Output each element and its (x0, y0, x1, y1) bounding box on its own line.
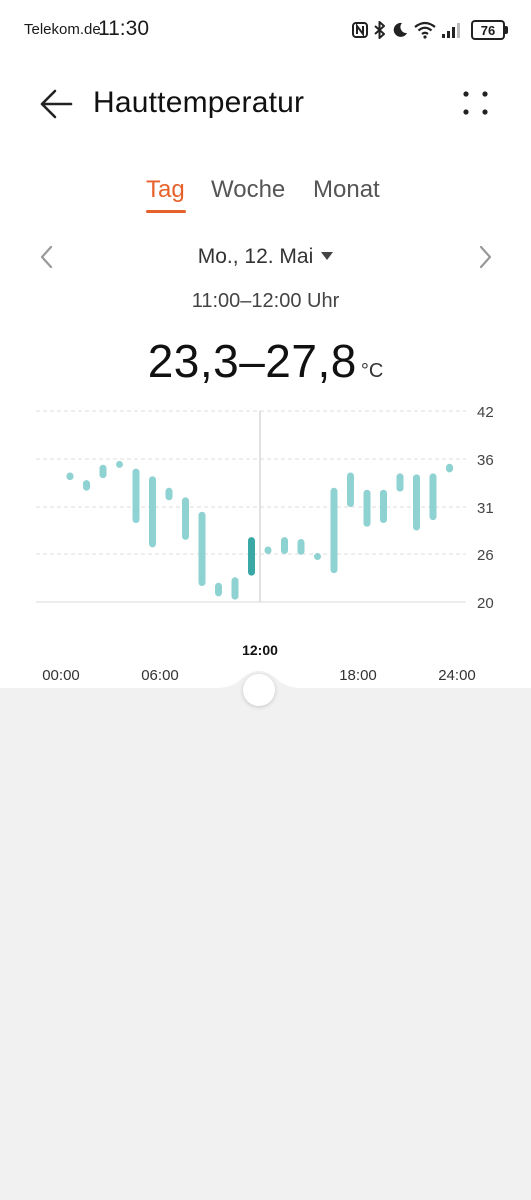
back-button[interactable] (38, 86, 74, 122)
battery-icon: 76 (471, 20, 508, 40)
temperature-bar (297, 538, 305, 555)
battery-level: 76 (480, 22, 496, 38)
temperature-unit: °C (360, 360, 384, 382)
temperature-bar (363, 489, 371, 527)
temperature-bar (165, 487, 173, 501)
temperature-bar (281, 537, 288, 554)
temperature-value: 23,3–27,8 (147, 335, 357, 387)
chart-scrubber-handle[interactable] (243, 674, 275, 706)
tab-tag[interactable]: Tag (146, 176, 185, 204)
wifi-icon (413, 21, 437, 39)
temperature-bar (182, 497, 189, 540)
selected-time-range: 11:00–12:00 Uhr (191, 290, 340, 312)
y-tick-label: 36 (477, 452, 494, 469)
tab-woche[interactable]: Woche (211, 176, 285, 204)
x-tick-label: 00:00 (42, 667, 80, 684)
page-title: Hauttemperatur (93, 86, 305, 119)
temperature-reading: 23,3–27,8 °C (0, 334, 531, 388)
y-tick-label: 31 (477, 500, 494, 517)
temperature-bar (413, 474, 420, 531)
temperature-bar (264, 546, 272, 554)
y-tick-label: 26 (477, 547, 494, 564)
status-time: 11:30 (98, 17, 149, 40)
skin-temperature-chart[interactable]: 42 36 31 26 20 12:00 00:00 06:00 18:00 24:00 (0, 390, 531, 690)
more-button[interactable] (458, 86, 494, 122)
temperature-bar (198, 511, 206, 586)
temperature-bar (330, 487, 338, 574)
chevron-right-icon (479, 245, 492, 269)
date-text: Mo., 12. Mai (197, 245, 314, 268)
more-dots-icon (463, 91, 488, 115)
y-tick-label: 42 (477, 404, 494, 421)
x-tick-label: 18:00 (339, 667, 377, 684)
moon-icon (391, 21, 409, 39)
tab-monat[interactable]: Monat (313, 176, 380, 204)
temperature-bar (380, 489, 387, 523)
temperature-bar (314, 553, 321, 561)
caret-down-icon (321, 252, 334, 260)
bluetooth-icon (373, 20, 387, 40)
selected-time-label: 12:00 (242, 642, 278, 658)
date-selector[interactable]: Mo., 12. Mai (0, 245, 531, 269)
period-tabs: Tag Woche Monat (0, 176, 531, 216)
temperature-bar (215, 582, 222, 597)
y-tick-label: 20 (477, 595, 494, 612)
active-tab-indicator (146, 210, 186, 213)
status-bar: Telekom.de 11:30 76 (0, 0, 531, 60)
temperature-bar (446, 463, 453, 473)
next-day-button[interactable] (474, 244, 496, 270)
temperature-bar (66, 472, 74, 481)
temperature-bar (116, 460, 123, 468)
temperature-bar (429, 473, 437, 521)
temperature-bar (83, 480, 90, 491)
nfc-icon (351, 21, 369, 39)
x-tick-label: 24:00 (438, 667, 476, 684)
temperature-bar (231, 577, 239, 600)
temperature-bar (149, 476, 156, 548)
x-tick-label: 06:00 (141, 667, 179, 684)
temperature-bar (132, 468, 140, 523)
temperature-bar (347, 472, 354, 507)
signal-icon (441, 21, 463, 39)
temperature-bar (99, 464, 107, 479)
status-icons: 76 (351, 18, 508, 42)
arrow-left-icon (40, 89, 73, 119)
carrier-name: Telekom.de (24, 21, 101, 38)
temperature-bar (248, 537, 255, 576)
temperature-bar (396, 473, 404, 492)
